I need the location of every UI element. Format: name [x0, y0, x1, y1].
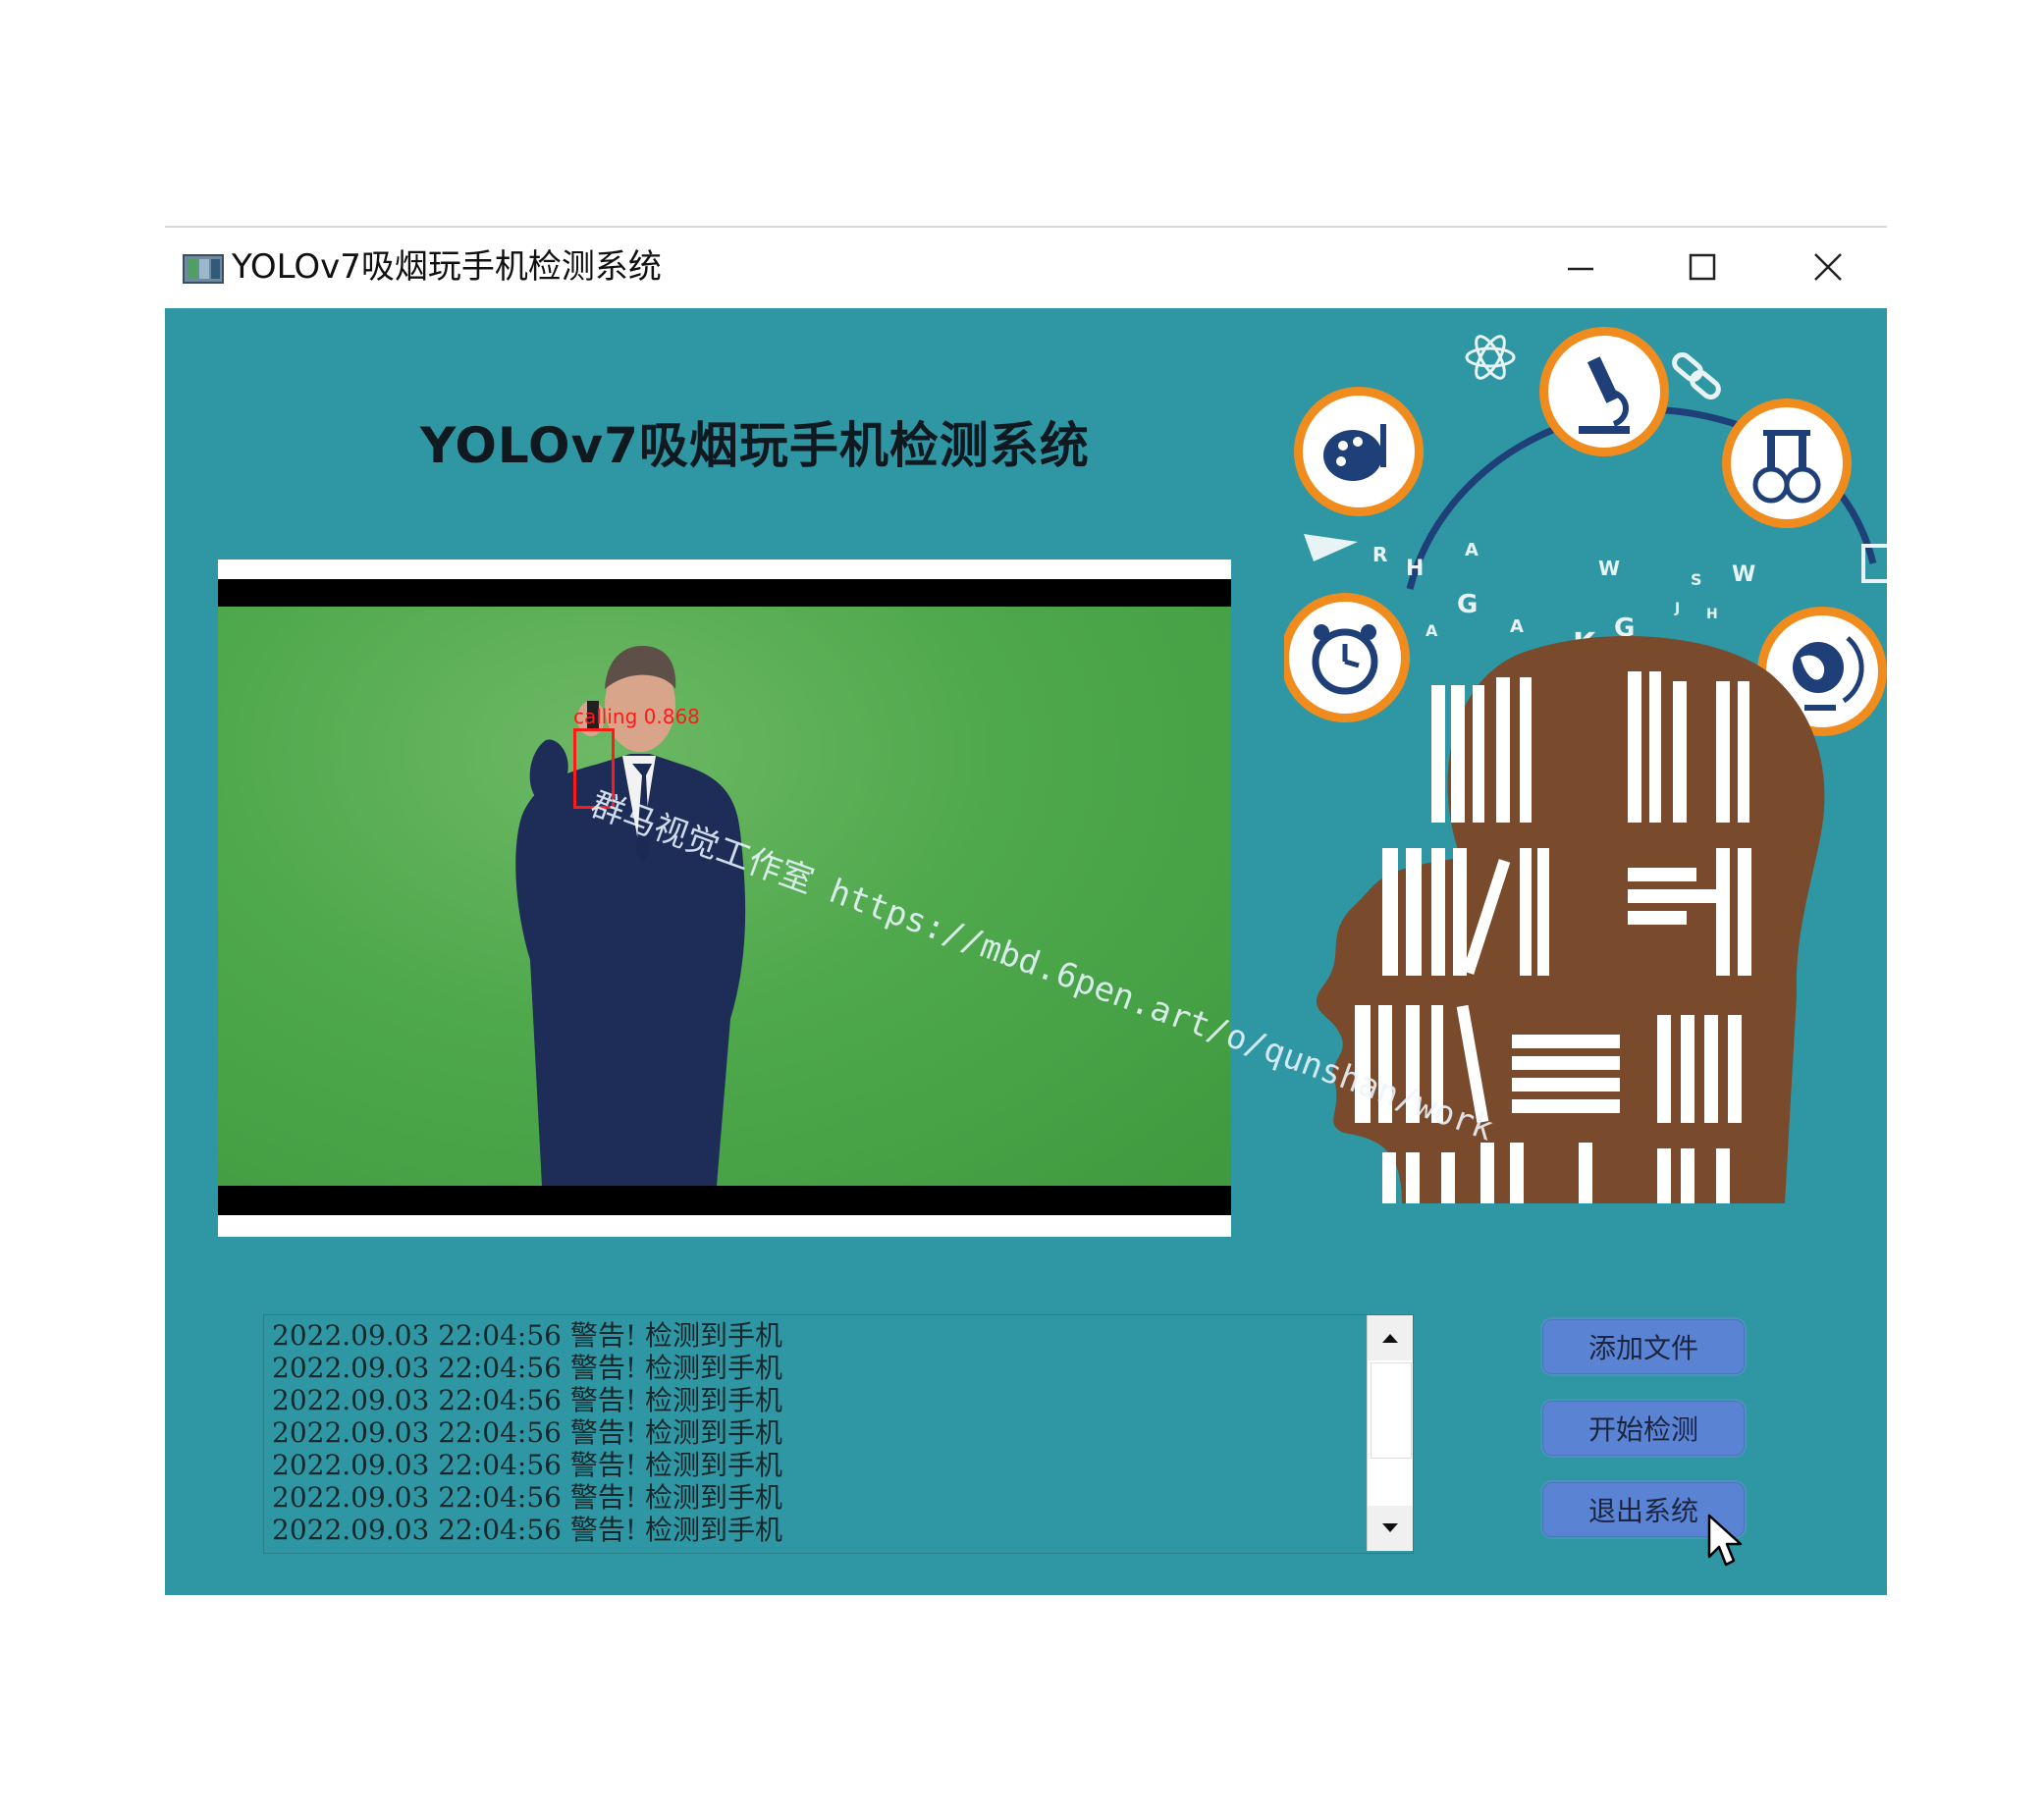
log-line: 2022.09.03 22:04:56 警告! 检测到手机 — [272, 1384, 783, 1416]
log-list: 2022.09.03 22:04:56 警告! 检测到手机 2022.09.03… — [272, 1319, 1362, 1546]
svg-text:A: A — [1510, 616, 1524, 637]
page-title: YOLOv7吸烟玩手机检测系统 — [420, 417, 1090, 474]
scrollbar-thumb[interactable] — [1371, 1362, 1412, 1459]
maximize-icon — [1689, 253, 1716, 281]
scroll-up-button[interactable] — [1368, 1315, 1413, 1360]
log-line: 2022.09.03 22:04:56 警告! 检测到手机 — [272, 1481, 783, 1514]
chain-link-icon — [1672, 352, 1721, 399]
svg-text:S: S — [1691, 570, 1702, 589]
svg-text:A: A — [1465, 540, 1479, 560]
svg-text:A: A — [1425, 621, 1438, 640]
video-frame: calling 0.868 — [218, 579, 1231, 1215]
start-detect-button[interactable]: 开始检测 — [1542, 1401, 1745, 1456]
log-scrollbar[interactable] — [1367, 1315, 1413, 1551]
detection-label: calling 0.868 — [573, 705, 700, 728]
minimize-button[interactable] — [1551, 240, 1610, 294]
log-line: 2022.09.03 22:04:56 警告! 检测到手机 — [272, 1449, 783, 1481]
person-figure — [515, 646, 746, 1186]
add-file-button[interactable]: 添加文件 — [1542, 1319, 1745, 1374]
maximize-button[interactable] — [1673, 240, 1732, 294]
svg-text:H: H — [1706, 607, 1718, 622]
svg-text:H: H — [1406, 557, 1424, 581]
title-bar[interactable]: YOLOv7吸烟玩手机检测系统 — [165, 228, 1887, 306]
paper-plane-icon — [1304, 534, 1358, 561]
log-line: 2022.09.03 22:04:56 警告! 检测到手机 — [272, 1416, 783, 1449]
log-line: 2022.09.03 22:04:56 警告! 检测到手机 — [272, 1352, 783, 1384]
microscope-icon — [1539, 327, 1669, 456]
arrow-down-icon — [1382, 1523, 1398, 1532]
svg-text:W: W — [1732, 562, 1755, 587]
video-display: calling 0.868 — [218, 559, 1231, 1237]
flask-icon — [1722, 399, 1852, 528]
app-window: YOLOv7吸烟玩手机检测系统 YOLOv7吸烟玩手机检测系统 R H A G … — [165, 226, 1887, 1595]
alarm-clock-icon — [1284, 593, 1410, 722]
head-silhouette — [1316, 635, 1825, 1203]
main-panel: YOLOv7吸烟玩手机检测系统 R H A G A W A G S W J H … — [165, 308, 1887, 1595]
svg-text:J: J — [1674, 601, 1680, 616]
svg-text:G: G — [1457, 590, 1478, 619]
minimize-icon — [1568, 267, 1593, 271]
log-line: 2022.09.03 22:04:56 警告! 检测到手机 — [272, 1319, 783, 1352]
mouse-cursor-icon — [1707, 1514, 1743, 1567]
log-panel[interactable]: 2022.09.03 22:04:56 警告! 检测到手机 2022.09.03… — [263, 1314, 1414, 1554]
svg-text:W: W — [1598, 557, 1620, 580]
palette-icon — [1294, 387, 1424, 516]
arrow-up-icon — [1382, 1334, 1398, 1343]
svg-text:R: R — [1372, 543, 1387, 566]
close-icon — [1814, 253, 1842, 281]
close-button[interactable] — [1799, 240, 1857, 294]
log-line: 2022.09.03 22:04:56 警告! 检测到手机 — [272, 1514, 783, 1546]
window-title: YOLOv7吸烟玩手机检测系统 — [232, 247, 662, 287]
video-image: calling 0.868 — [218, 607, 1231, 1186]
atom-icon — [1465, 335, 1516, 380]
app-icon — [183, 254, 224, 284]
scroll-down-button[interactable] — [1368, 1506, 1413, 1551]
